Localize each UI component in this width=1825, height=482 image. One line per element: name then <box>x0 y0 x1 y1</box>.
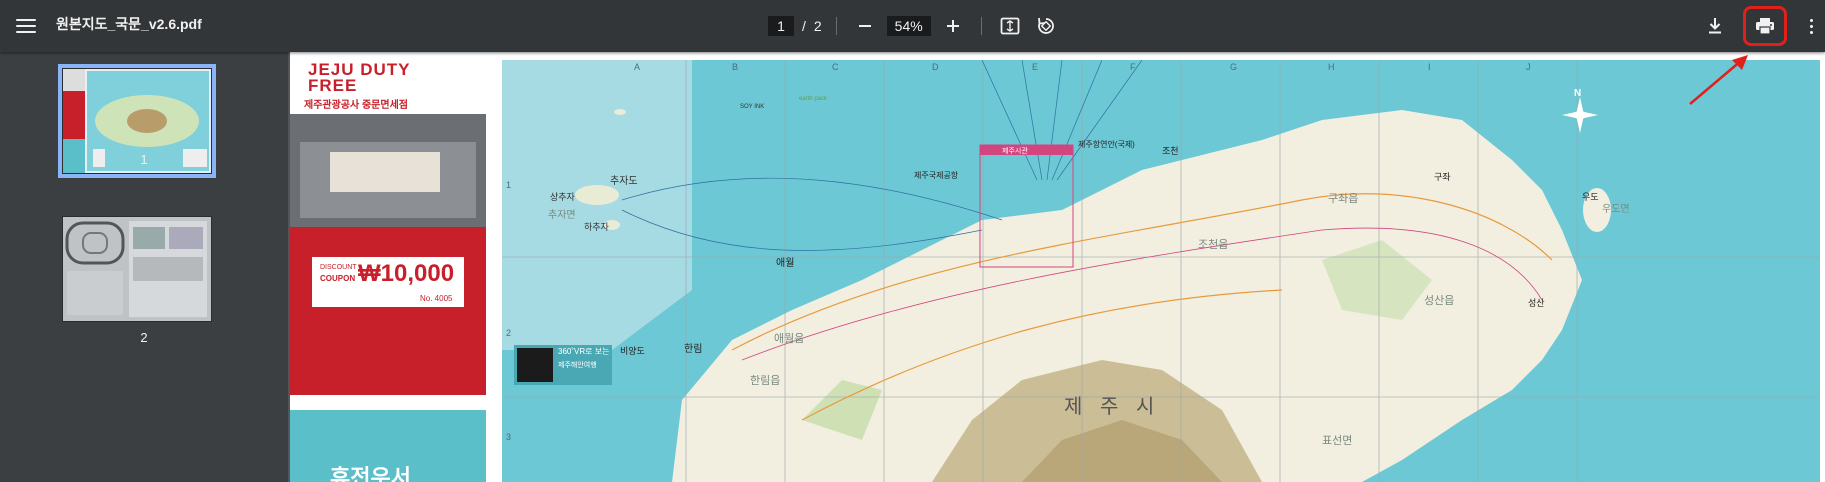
grid-col-b: B <box>732 62 739 72</box>
map-label-gujwa-eup: 구좌읍 <box>1328 193 1359 205</box>
toolbar-divider <box>980 17 982 35</box>
fit-page-icon <box>1000 17 1020 35</box>
map-label-cityhall: 제주시관 <box>1002 148 1028 155</box>
rotate-icon <box>1037 17 1054 34</box>
map-label-seongsan: 성산 <box>1528 298 1545 308</box>
ad-coupon: COUPON <box>320 274 356 283</box>
pdf-page-1: JEJU DUTY FREE 제주관광공사 중문면세점 DISCOUNT COU… <box>290 52 1825 482</box>
annotation-arrow <box>1689 55 1748 105</box>
grid-col-g: G <box>1230 62 1238 72</box>
soy-ink-logo: SOY INK <box>740 104 765 110</box>
map-label-jocheon: 조천 <box>1162 146 1179 156</box>
grid-col-f: F <box>1130 62 1136 72</box>
grid-col-i: I <box>1428 62 1431 72</box>
grid-col-j: J <box>1526 62 1531 72</box>
map-label-port: 제주항연안(국제) <box>1078 140 1135 149</box>
map-label-biyangdo: 비양도 <box>620 346 645 356</box>
jeju-map: A B C D E F G H I J 1 2 3 제 주 시 추자도 상추자 … <box>502 60 1820 482</box>
grid-col-h: H <box>1328 62 1335 72</box>
grid-col-a: A <box>634 62 641 72</box>
grid-col-e: E <box>1032 62 1039 72</box>
thumbnail-label-2: 2 <box>140 330 148 345</box>
map-label-udo-myeon: 우도면 <box>1602 204 1630 215</box>
map-label-udo: 우도 <box>1582 192 1599 202</box>
zoom-in-button[interactable] <box>939 12 967 40</box>
map-label-hallim-eup: 한림읍 <box>750 375 781 387</box>
grid-row-3: 3 <box>506 432 512 442</box>
map-label-aewol-eup: 애월읍 <box>774 333 805 345</box>
map-label-sangchuja: 상추자 <box>550 192 575 202</box>
print-button-highlight <box>1743 6 1787 46</box>
document-title: 원본지도_국문_v2.6.pdf <box>56 16 202 32</box>
rotate-button[interactable] <box>1032 12 1060 40</box>
map-label-jocheon-eup: 조천읍 <box>1198 239 1229 251</box>
zoom-input[interactable] <box>886 16 931 36</box>
grid-row-2: 2 <box>506 328 512 338</box>
fit-page-button[interactable] <box>996 12 1024 40</box>
toolbar-divider <box>835 17 837 35</box>
download-icon <box>1709 18 1721 34</box>
menu-icon[interactable] <box>12 12 40 40</box>
vr-subtitle: 제주해안여행 <box>558 362 597 369</box>
duty-free-ad-panel: JEJU DUTY FREE 제주관광공사 중문면세점 DISCOUNT COU… <box>290 52 486 482</box>
more-vertical-icon[interactable] <box>1799 12 1823 40</box>
map-label-hachuja: 하추자 <box>584 222 609 232</box>
page-separator: / <box>802 18 806 34</box>
print-icon <box>1756 18 1774 35</box>
ad-brand: JEJU DUTY FREE <box>308 60 411 95</box>
grid-row-1: 1 <box>506 180 512 190</box>
grid-col-d: D <box>932 62 939 72</box>
pdf-toolbar: 원본지도_국문_v2.6.pdf / 2 <box>0 0 1825 52</box>
right-controls <box>1701 0 1825 52</box>
ad-brand-sub: 제주관광공사 중문면세점 <box>304 100 408 111</box>
map-label-chuja-myeon: 추자면 <box>548 210 576 221</box>
thumbnail-sidebar: 1 2 <box>0 52 288 482</box>
grid-col-c: C <box>832 62 839 72</box>
plus-icon <box>946 20 959 32</box>
map-label-hallim: 한림 <box>684 344 703 355</box>
thumbnail-label-1: 1 <box>140 152 148 167</box>
map-label-pyoseon: 표선면 <box>1322 435 1353 447</box>
total-pages: 2 <box>813 18 822 34</box>
download-button[interactable] <box>1701 12 1729 40</box>
map-label-jeju-city: 제 주 시 <box>1064 396 1161 418</box>
map-label-gujwa: 구좌 <box>1434 172 1451 182</box>
page-number-input[interactable] <box>768 16 794 36</box>
map-label-chuja: 추자도 <box>610 176 638 187</box>
print-button[interactable] <box>1751 12 1779 40</box>
ad-coupon-no: No. 4005 <box>420 294 453 303</box>
map-label-seongsan-eup: 성산읍 <box>1424 295 1455 307</box>
ad-blue-title: 휴전우서 <box>330 465 411 482</box>
compass-north: N <box>1574 88 1582 99</box>
ad-amount: ₩10,000 <box>358 260 455 287</box>
minus-icon <box>858 25 871 27</box>
thumbnail-page-2[interactable] <box>62 216 212 322</box>
map-label-aewol: 애월 <box>776 258 795 269</box>
earth-pack-logo: earth pack <box>798 96 828 102</box>
map-label-airport: 제주국제공항 <box>914 171 959 180</box>
zoom-out-button[interactable] <box>851 12 879 40</box>
ad-discount: DISCOUNT <box>320 264 357 271</box>
page-zoom-controls: / 2 <box>768 10 1060 42</box>
vr-title: 360˚VR로 보는 <box>558 347 610 356</box>
pdf-viewer[interactable]: JEJU DUTY FREE 제주관광공사 중문면세점 DISCOUNT COU… <box>288 52 1825 482</box>
